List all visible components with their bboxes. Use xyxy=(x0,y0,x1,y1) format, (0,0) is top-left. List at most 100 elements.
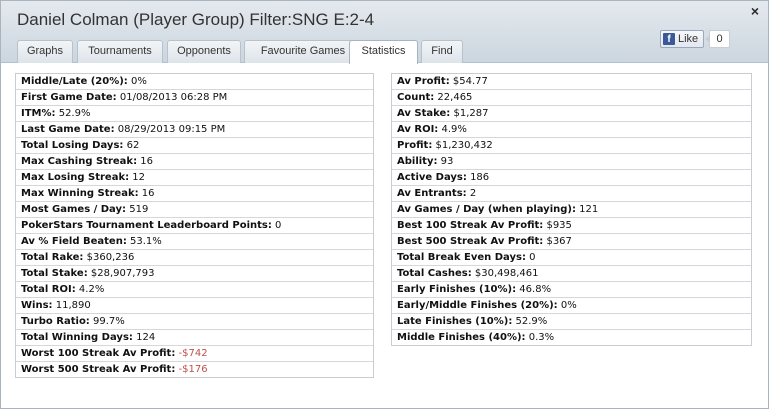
stat-label: Total Losing Days: xyxy=(21,140,124,151)
stat-row: Profit: $1,230,432 xyxy=(392,138,751,154)
stat-label: Total Winning Days: xyxy=(21,332,133,343)
tab-graphs[interactable]: Graphs xyxy=(17,40,73,63)
title-bar: Daniel Colman (Player Group) Filter:SNG … xyxy=(1,1,768,64)
stat-row: Wins: 11,890 xyxy=(16,298,373,314)
facebook-like-button[interactable]: f Like xyxy=(660,30,704,48)
stat-label: Profit: xyxy=(397,140,433,151)
stat-label: Wins: xyxy=(21,300,53,311)
stat-value: 4.9% xyxy=(441,124,467,135)
window-title: Daniel Colman (Player Group) Filter:SNG … xyxy=(17,10,375,29)
stat-label: Worst 100 Streak Av Profit: xyxy=(21,348,176,359)
stat-label: Early Finishes (10%): xyxy=(397,284,517,295)
stat-label: First Game Date: xyxy=(21,92,117,103)
stat-row: Total Winning Days: 124 xyxy=(16,330,373,346)
stat-label: Total Cashes: xyxy=(397,268,472,279)
stat-row: ITM%: 52.9% xyxy=(16,106,373,122)
stat-label: Total ROI: xyxy=(21,284,76,295)
stat-value: 0 xyxy=(275,220,282,231)
stat-value: $1,230,432 xyxy=(435,140,493,151)
stat-row: Total Stake: $28,907,793 xyxy=(16,266,373,282)
stat-label: Total Break Even Days: xyxy=(397,252,526,263)
stat-row: Av Games / Day (when playing): 121 xyxy=(392,202,751,218)
stat-label: Count: xyxy=(397,92,435,103)
stat-value: $30,498,461 xyxy=(474,268,539,279)
stat-row: Late Finishes (10%): 52.9% xyxy=(392,314,751,330)
stat-row: Total Rake: $360,236 xyxy=(16,250,373,266)
stat-label: Max Losing Streak: xyxy=(21,172,130,183)
stat-row: Middle Finishes (40%): 0.3% xyxy=(392,330,751,346)
stat-row: PokerStars Tournament Leaderboard Points… xyxy=(16,218,373,234)
tab-statistics[interactable]: Statistics xyxy=(349,40,418,64)
stat-row: Av Stake: $1,287 xyxy=(392,106,751,122)
stat-value: $28,907,793 xyxy=(90,268,155,279)
tab-tournaments[interactable]: Tournaments xyxy=(77,40,163,63)
stat-label: Middle Finishes (40%): xyxy=(397,332,526,343)
stat-label: Av Stake: xyxy=(397,108,451,119)
stat-label: Av ROI: xyxy=(397,124,439,135)
stat-row: Best 100 Streak Av Profit: $935 xyxy=(392,218,751,234)
stat-row: Total Cashes: $30,498,461 xyxy=(392,266,751,282)
stat-label: Turbo Ratio: xyxy=(21,316,90,327)
stat-value: 08/29/2013 09:15 PM xyxy=(117,124,226,135)
player-stats-dialog: Daniel Colman (Player Group) Filter:SNG … xyxy=(0,0,769,409)
stat-value: 99.7% xyxy=(93,316,125,327)
stat-row: Early/Middle Finishes (20%): 0% xyxy=(392,298,751,314)
stat-label: Last Game Date: xyxy=(21,124,115,135)
stat-label: Most Games / Day: xyxy=(21,204,127,215)
stat-label: Av Games / Day (when playing): xyxy=(397,204,576,215)
stat-value: 46.8% xyxy=(519,284,552,295)
stat-row: Worst 100 Streak Av Profit: -$742 xyxy=(16,346,373,362)
stat-value: 121 xyxy=(579,204,599,215)
tab-find[interactable]: Find xyxy=(421,40,463,63)
stat-value: 62 xyxy=(126,140,140,151)
stat-label: Best 100 Streak Av Profit: xyxy=(397,220,544,231)
stat-row: Worst 500 Streak Av Profit: -$176 xyxy=(16,362,373,378)
stat-value: 0.3% xyxy=(528,332,555,343)
stat-row: First Game Date: 01/08/2013 06:28 PM xyxy=(16,90,373,106)
stat-value: 52.9% xyxy=(515,316,548,327)
stat-value: 0% xyxy=(560,300,577,311)
stats-panel-right: Av Profit: $54.77 Count: 22,465 Av Stake: … xyxy=(391,73,752,346)
stat-value: $367 xyxy=(546,236,572,247)
stat-row: Best 500 Streak Av Profit: $367 xyxy=(392,234,751,250)
stats-panel-left: Middle/Late (20%): 0% First Game Date: 01… xyxy=(15,73,374,378)
stat-value: 0% xyxy=(130,76,147,87)
stat-label: ITM%: xyxy=(21,108,56,119)
stat-label: Total Rake: xyxy=(21,252,84,263)
stat-label: Active Days: xyxy=(397,172,467,183)
stat-row: Total ROI: 4.2% xyxy=(16,282,373,298)
stat-label: PokerStars Tournament Leaderboard Points… xyxy=(21,220,272,231)
stat-value: 186 xyxy=(470,172,490,183)
stat-value: -$176 xyxy=(178,364,208,375)
stat-value: 53.1% xyxy=(130,236,162,247)
stat-label: Max Winning Streak: xyxy=(21,188,139,199)
stat-row: Middle/Late (20%): 0% xyxy=(16,74,373,90)
stat-value: 519 xyxy=(129,204,149,215)
stat-label: Ability: xyxy=(397,156,438,167)
stat-value: 11,890 xyxy=(55,300,91,311)
close-icon[interactable]: × xyxy=(748,4,762,18)
stat-value: 16 xyxy=(141,188,155,199)
tab-opponents[interactable]: Opponents xyxy=(167,40,241,63)
stat-row: Total Losing Days: 62 xyxy=(16,138,373,154)
stat-row: Av % Field Beaten: 53.1% xyxy=(16,234,373,250)
stat-value: 4.2% xyxy=(78,284,105,295)
stat-row: Max Losing Streak: 12 xyxy=(16,170,373,186)
stat-value: 01/08/2013 06:28 PM xyxy=(119,92,228,103)
tab-favourite-games[interactable]: Favourite Games xyxy=(244,40,362,63)
facebook-icon: f xyxy=(663,33,675,45)
stat-label: Middle/Late (20%): xyxy=(21,76,128,87)
stat-row: Early Finishes (10%): 46.8% xyxy=(392,282,751,298)
stat-label: Total Stake: xyxy=(21,268,88,279)
stat-row: Max Cashing Streak: 16 xyxy=(16,154,373,170)
stat-value: 0 xyxy=(529,252,536,263)
stat-row: Av Entrants: 2 xyxy=(392,186,751,202)
stat-value: $360,236 xyxy=(86,252,135,263)
stat-value: 2 xyxy=(469,188,477,199)
stat-label: Av Profit: xyxy=(397,76,450,87)
stat-value: 93 xyxy=(440,156,454,167)
stat-label: Early/Middle Finishes (20%): xyxy=(397,300,558,311)
like-label: Like xyxy=(678,33,699,45)
stat-value: -$742 xyxy=(178,348,208,359)
stat-label: Late Finishes (10%): xyxy=(397,316,513,327)
